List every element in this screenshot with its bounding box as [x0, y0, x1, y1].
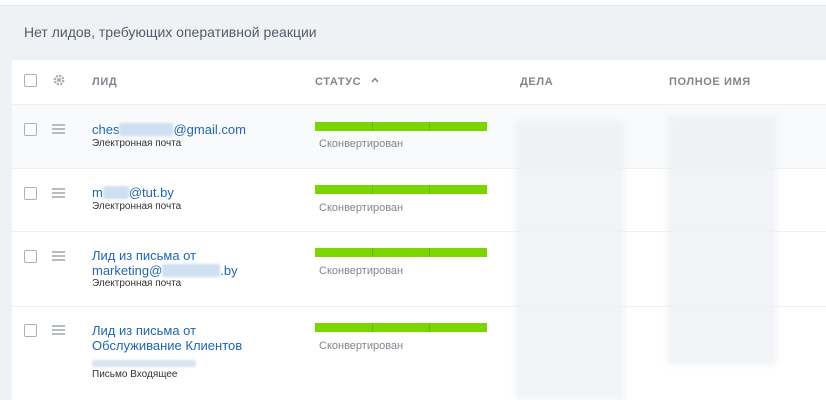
status-label: Сконвертирован — [319, 265, 404, 277]
row-checkbox[interactable] — [24, 123, 37, 136]
lead-link[interactable]: Лид из письма от Обслуживание Клиентов — [92, 323, 282, 368]
notice-text: Нет лидов, требующих оперативной реакции — [24, 24, 317, 40]
row-checkbox[interactable] — [24, 324, 37, 337]
lead-source: Электронная почта — [92, 138, 182, 149]
lead-title-line2-start: marketing@ — [92, 263, 163, 278]
lead-title-line1: Лид из письма от — [92, 323, 197, 338]
lead-link[interactable]: ches @gmail.com — [92, 122, 282, 137]
grid-header: ЛИД СТАТУС ДЕЛА ПОЛНОЕ ИМЯ — [12, 60, 826, 105]
drag-handle-icon[interactable] — [52, 188, 65, 200]
drag-handle-icon[interactable] — [52, 124, 65, 136]
row-checkbox[interactable] — [24, 187, 37, 200]
lead-title-end: @gmail.com — [173, 122, 246, 137]
lead-source: Письмо Входящее — [92, 369, 178, 380]
select-all-checkbox[interactable] — [24, 74, 37, 87]
lead-title-line1: Лид из письма от — [92, 248, 197, 263]
lead-title-start: m — [92, 185, 103, 200]
lead-title-end: @tut.by — [128, 185, 174, 200]
status-progress-bar[interactable] — [315, 185, 487, 194]
lead-source: Электронная почта — [92, 278, 182, 289]
drag-handle-icon[interactable] — [52, 325, 65, 337]
lead-title-line2-end: .by — [220, 263, 238, 278]
lead-title-start: ches — [92, 122, 120, 137]
column-lead[interactable]: ЛИД — [92, 76, 117, 88]
gear-icon[interactable] — [52, 73, 66, 87]
leads-grid: ЛИД СТАТУС ДЕЛА ПОЛНОЕ ИМЯ ches @gmail.co… — [12, 60, 826, 400]
redacted-text — [162, 264, 221, 277]
drag-handle-icon[interactable] — [52, 251, 65, 263]
column-status-label: СТАТУС — [315, 76, 362, 88]
status-label: Сконвертирован — [319, 138, 404, 150]
status-progress-bar[interactable] — [315, 323, 487, 332]
column-full-name[interactable]: ПОЛНОЕ ИМЯ — [669, 76, 751, 88]
redacted-deals-column — [515, 120, 625, 400]
redacted-text — [102, 186, 129, 199]
notice-banner: Нет лидов, требующих оперативной реакции — [0, 6, 826, 58]
redacted-name-column — [667, 115, 777, 365]
lead-source: Электронная почта — [92, 201, 182, 212]
lead-link[interactable]: Лид из письма от marketing@ .by — [92, 248, 282, 278]
redacted-text — [92, 360, 196, 367]
column-deals[interactable]: ДЕЛА — [520, 76, 553, 88]
sort-up-icon — [371, 77, 379, 83]
lead-title-line2: Обслуживание Клиентов — [92, 338, 243, 353]
status-progress-bar[interactable] — [315, 122, 487, 131]
status-label: Сконвертирован — [319, 202, 404, 214]
row-checkbox[interactable] — [24, 250, 37, 263]
lead-link[interactable]: m @tut.by — [92, 185, 282, 200]
status-label: Сконвертирован — [319, 340, 404, 352]
redacted-text — [119, 123, 174, 136]
column-status[interactable]: СТАТУС — [315, 76, 379, 88]
status-progress-bar[interactable] — [315, 248, 487, 257]
